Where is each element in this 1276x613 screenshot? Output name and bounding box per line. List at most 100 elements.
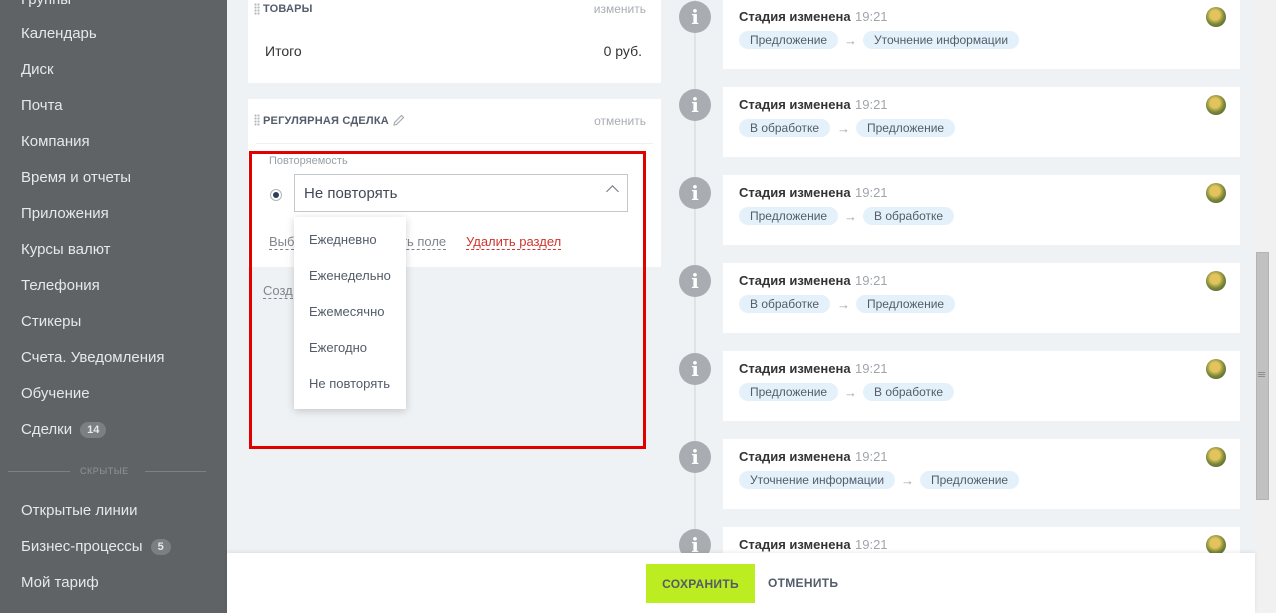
- timeline-title: Стадия изменена: [739, 97, 851, 112]
- bp-counter-badge: 5: [150, 538, 171, 555]
- sidebar-item-calendar[interactable]: Календарь: [21, 25, 97, 42]
- pencil-icon[interactable]: [393, 114, 405, 126]
- divider: [8, 471, 70, 472]
- user-avatar[interactable]: [1206, 271, 1226, 291]
- sidebar-item-label: Мой тариф: [21, 574, 99, 591]
- products-title: ТОВАРЫ: [263, 3, 313, 15]
- sidebar-item-label: Стикеры: [21, 313, 82, 330]
- scrollbar-grip-icon: [1258, 372, 1265, 377]
- timeline-title: Стадия изменена: [739, 185, 851, 200]
- timeline-time: 19:21: [855, 185, 888, 200]
- user-avatar[interactable]: [1206, 7, 1226, 27]
- sidebar-item-label: Телефония: [21, 277, 100, 294]
- stage-from-chip: В обработке: [739, 295, 831, 313]
- timeline-item: Стадия изменена 19:21 В обработке → Пред…: [723, 263, 1240, 333]
- stage-from-chip: Предложение: [739, 383, 839, 401]
- sidebar-item-label: Компания: [21, 133, 90, 150]
- info-icon: i: [679, 353, 711, 385]
- recurring-title: РЕГУЛЯРНАЯ СДЕЛКА: [263, 115, 389, 127]
- page-scrollbar[interactable]: [1255, 0, 1276, 613]
- sidebar-item-currency[interactable]: Курсы валют: [21, 241, 111, 258]
- hidden-section-label: СКРЫТЫЕ: [80, 466, 129, 476]
- sidebar-item-apps[interactable]: Приложения: [21, 205, 109, 222]
- sidebar-item-label: Сделки: [21, 421, 73, 438]
- divider: [145, 471, 206, 472]
- timeline-title: Стадия изменена: [739, 9, 851, 24]
- sidebar-item-company[interactable]: Компания: [21, 133, 90, 150]
- arrow-icon: →: [837, 297, 850, 312]
- user-avatar[interactable]: [1206, 447, 1226, 467]
- info-icon: i: [679, 177, 711, 209]
- user-avatar[interactable]: [1206, 183, 1226, 203]
- drag-handle-icon[interactable]: [254, 3, 260, 15]
- sidebar-item-label: Почта: [21, 97, 63, 114]
- arrow-icon: →: [844, 33, 857, 48]
- left-sidebar: Группы Календарь Диск Почта Компания Вре…: [0, 0, 227, 613]
- info-icon: i: [679, 441, 711, 473]
- products-edit-link[interactable]: изменить: [594, 2, 646, 16]
- sidebar-item-label: Счета. Уведомления: [21, 349, 165, 366]
- main-content: ТОВАРЫ изменить Итого 0 руб. РЕГУЛЯРНАЯ …: [227, 0, 1255, 597]
- arrow-icon: →: [837, 121, 850, 136]
- save-button[interactable]: СОХРАНИТЬ: [646, 564, 755, 603]
- sidebar-item-groups[interactable]: Группы: [21, 0, 71, 8]
- footer-bar: СОХРАНИТЬ ОТМЕНИТЬ: [227, 553, 1255, 613]
- sidebar-item-disk[interactable]: Диск: [21, 61, 54, 78]
- arrow-icon: →: [844, 209, 857, 224]
- timeline-title: Стадия изменена: [739, 537, 851, 552]
- timeline-item: Стадия изменена 19:21 Предложение → В об…: [723, 351, 1240, 421]
- sidebar-item-mail[interactable]: Почта: [21, 97, 63, 114]
- user-avatar[interactable]: [1206, 535, 1226, 555]
- arrow-icon: →: [844, 385, 857, 400]
- timeline-title: Стадия изменена: [739, 449, 851, 464]
- sidebar-item-label: Курсы валют: [21, 241, 111, 258]
- stage-from-chip: Уточнение информации: [739, 471, 896, 489]
- timeline-time: 19:21: [855, 537, 888, 552]
- stage-to-chip: Предложение: [856, 295, 956, 313]
- timeline-time: 19:21: [855, 273, 888, 288]
- sidebar-item-label: Открытые линии: [21, 502, 138, 519]
- recurring-cancel-link[interactable]: отменить: [594, 114, 646, 128]
- timeline-title: Стадия изменена: [739, 361, 851, 376]
- user-avatar[interactable]: [1206, 359, 1226, 379]
- stage-to-chip: Предложение: [920, 471, 1020, 489]
- drag-handle-icon[interactable]: [254, 114, 260, 126]
- sidebar-item-business-processes[interactable]: Бизнес-процессы 5: [21, 538, 171, 555]
- timeline-title: Стадия изменена: [739, 273, 851, 288]
- timeline-time: 19:21: [855, 97, 888, 112]
- timeline-time: 19:21: [855, 9, 888, 24]
- sidebar-item-stickers[interactable]: Стикеры: [21, 313, 81, 330]
- sidebar-item-label: Группы: [21, 0, 71, 8]
- stage-from-chip: Предложение: [739, 31, 839, 49]
- sidebar-item-label: Приложения: [21, 205, 109, 222]
- timeline-item: Стадия изменена 19:21 Уточнение информац…: [723, 439, 1240, 509]
- sidebar-item-my-plan[interactable]: Мой тариф: [21, 574, 99, 591]
- arrow-icon: →: [901, 473, 914, 488]
- stage-from-chip: Предложение: [739, 207, 839, 225]
- info-icon: i: [679, 1, 711, 33]
- sidebar-item-invoices[interactable]: Счета. Уведомления: [21, 349, 165, 366]
- stage-to-chip: Уточнение информации: [863, 31, 1020, 49]
- info-icon: i: [679, 265, 711, 297]
- sidebar-item-label: Календарь: [21, 25, 97, 42]
- stage-from-chip: В обработке: [739, 119, 831, 137]
- timeline-item: Стадия изменена 19:21 Предложение → В об…: [723, 175, 1240, 245]
- timeline-item: Стадия изменена 19:21 В обработке → Пред…: [723, 87, 1240, 157]
- total-label: Итого: [265, 43, 302, 59]
- sidebar-item-label: Время и отчеты: [21, 169, 132, 186]
- sidebar-item-deals[interactable]: Сделки 14: [21, 421, 107, 438]
- sidebar-item-learning[interactable]: Обучение: [21, 385, 90, 402]
- sidebar-item-label: Обучение: [21, 385, 90, 402]
- user-avatar[interactable]: [1206, 95, 1226, 115]
- sidebar-item-telephony[interactable]: Телефония: [21, 277, 100, 294]
- info-icon: i: [679, 89, 711, 121]
- timeline-time: 19:21: [855, 449, 888, 464]
- timeline-time: 19:21: [855, 361, 888, 376]
- stage-to-chip: В обработке: [863, 383, 955, 401]
- sidebar-item-label: Диск: [21, 61, 54, 78]
- sidebar-item-time-reports[interactable]: Время и отчеты: [21, 169, 131, 186]
- timeline-item: Стадия изменена 19:21 Предложение → Уточ…: [723, 0, 1240, 69]
- divider: [256, 143, 653, 144]
- cancel-button[interactable]: ОТМЕНИТЬ: [768, 576, 838, 590]
- sidebar-item-open-lines[interactable]: Открытые линии: [21, 502, 138, 519]
